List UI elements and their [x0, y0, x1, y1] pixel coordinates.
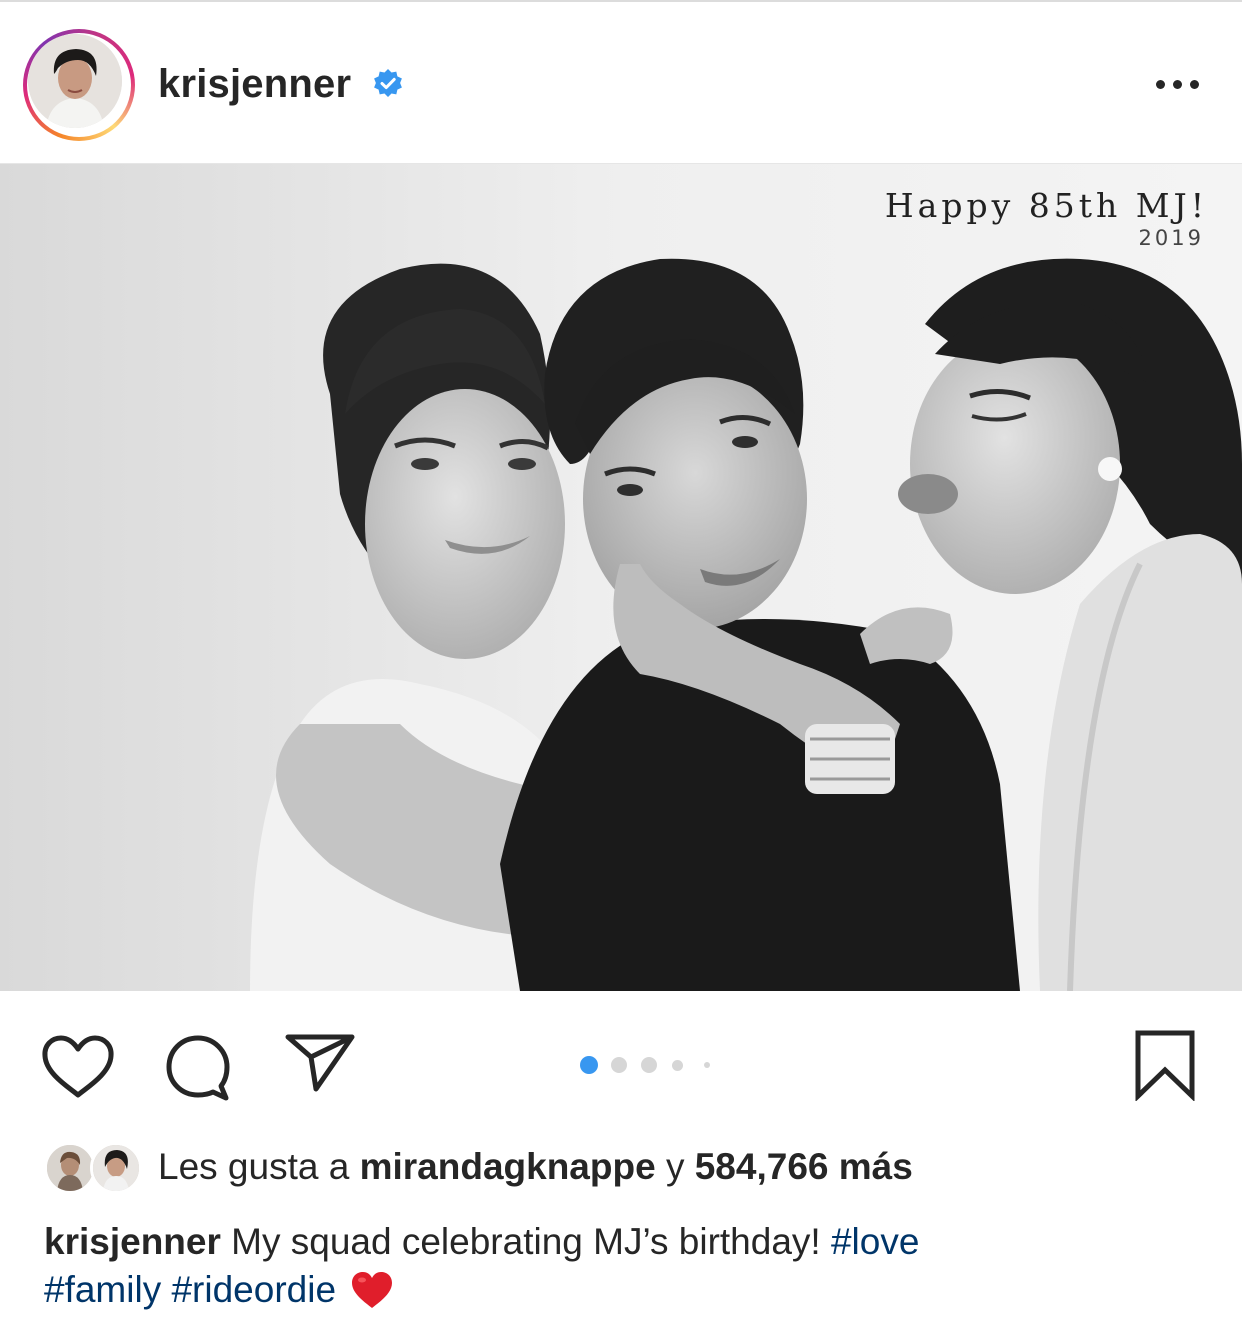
post-username[interactable]: krisjenner	[158, 62, 351, 107]
liker-avatar	[90, 1142, 142, 1194]
carousel-indicator	[580, 1056, 720, 1074]
red-heart-emoji	[352, 1272, 393, 1308]
hashtag[interactable]: #love	[831, 1221, 919, 1262]
paper-plane-icon[interactable]	[284, 1032, 356, 1092]
photo-image	[0, 164, 1242, 991]
carousel-dot	[704, 1062, 710, 1068]
photo-overlay-title: Happy 85th MJ!	[884, 186, 1208, 225]
post-caption: krisjenner My squad celebrating MJ’s bir…	[44, 1218, 1214, 1314]
post-photo[interactable]	[0, 164, 1242, 991]
carousel-dot	[611, 1057, 627, 1073]
story-ring[interactable]	[23, 29, 135, 141]
likes-summary[interactable]: Les gusta a mirandagknappe y 584,766 más	[158, 1146, 913, 1188]
likes-row[interactable]: Les gusta a mirandagknappe y 584,766 más	[44, 1140, 1224, 1196]
verified-badge-icon	[374, 69, 402, 97]
post-header: krisjenner	[0, 2, 1242, 163]
caption-text: My squad celebrating MJ’s birthday!	[231, 1221, 821, 1262]
avatar[interactable]	[28, 34, 122, 128]
bookmark-icon[interactable]	[1133, 1029, 1197, 1101]
carousel-dot	[641, 1057, 657, 1073]
photo-overlay-year: 2019	[1138, 226, 1204, 250]
carousel-dot-active	[580, 1056, 598, 1074]
likes-connector: y	[665, 1146, 685, 1187]
hashtag[interactable]: #rideordie	[171, 1269, 336, 1310]
likes-count[interactable]: 584,766 más	[695, 1146, 913, 1187]
more-horizontal-icon[interactable]	[1150, 70, 1206, 98]
hashtag[interactable]: #family	[44, 1269, 161, 1310]
liker-avatar	[44, 1142, 96, 1194]
caption-username[interactable]: krisjenner	[44, 1221, 221, 1262]
likes-prefix: Les gusta a	[158, 1146, 350, 1187]
liker-username[interactable]: mirandagknappe	[360, 1146, 656, 1187]
carousel-dot	[672, 1060, 683, 1071]
avatar-image	[28, 34, 122, 128]
heart-outline-icon[interactable]	[40, 1034, 116, 1100]
comment-bubble-icon[interactable]	[162, 1032, 234, 1104]
